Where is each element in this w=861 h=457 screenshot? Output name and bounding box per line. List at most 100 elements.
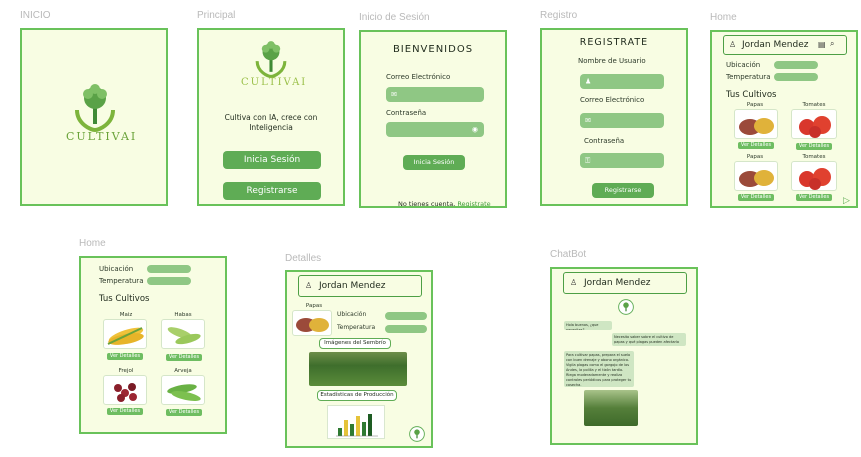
images-button[interactable]: Imágenes del Sembrío bbox=[319, 338, 391, 349]
user-header: ♙ Jordan Mendez ▤ ⌕ bbox=[723, 35, 847, 55]
username-field[interactable]: ♟ bbox=[580, 74, 664, 89]
frame-registro: REGISTRATE Nombre de Usuario ♟ Correo El… bbox=[540, 28, 688, 206]
logo-text: CULTIVAI bbox=[241, 77, 308, 88]
frame-inicio: CULTIVAI bbox=[20, 28, 168, 206]
user-name: Jordan Mendez bbox=[319, 281, 386, 291]
temperature-label: Temperatura bbox=[726, 73, 771, 81]
cultivai-logo-icon bbox=[75, 84, 115, 132]
chat-icon[interactable]: ▤ bbox=[818, 40, 826, 49]
no-account-text: No tienes cuenta, Registrate bbox=[398, 200, 491, 208]
search-icon[interactable]: ⌕ bbox=[830, 39, 834, 49]
email-field[interactable]: ✉ bbox=[580, 113, 664, 128]
logo-text: CULTIVAI bbox=[66, 130, 138, 143]
frame-detalles: ♙ Jordan Mendez Papas Ubicación Temperat… bbox=[285, 270, 433, 448]
register-link[interactable]: Registrate bbox=[457, 200, 490, 206]
frame-principal: CULTIVAI Cultiva con IA, crece con Intel… bbox=[197, 28, 345, 206]
temperature-label: Temperatura bbox=[337, 324, 376, 331]
location-label: Ubicación bbox=[99, 265, 134, 273]
potato-image bbox=[739, 170, 774, 187]
username-label: Nombre de Usuario bbox=[578, 57, 646, 65]
send-icon[interactable]: ▷ bbox=[843, 196, 850, 206]
user-icon: ♟ bbox=[585, 77, 592, 85]
crop-name: Papas bbox=[305, 303, 323, 309]
view-details-button[interactable]: Ver Detalles bbox=[738, 142, 774, 149]
stats-button[interactable]: Estadísticas de Producción bbox=[317, 390, 397, 401]
user-icon: ♙ bbox=[729, 40, 737, 49]
register-button[interactable]: Registrarse bbox=[223, 182, 321, 200]
user-header: ♙ Jordan Mendez bbox=[298, 275, 422, 297]
crop-name: Maiz bbox=[119, 312, 133, 318]
crop-card-red-beans[interactable] bbox=[103, 375, 147, 405]
view-details-button[interactable]: Ver Detalles bbox=[738, 194, 774, 201]
page-title: REGISTRATE bbox=[579, 37, 649, 48]
broad-bean-image bbox=[167, 327, 201, 345]
frame-home-2: Ubicación Temperatura Tus Cultivos Maiz … bbox=[79, 256, 227, 434]
potato-image bbox=[739, 118, 774, 135]
cultivai-logo-icon bbox=[618, 299, 634, 315]
view-details-button[interactable]: Ver Detalles bbox=[107, 408, 143, 415]
user-name: Jordan Mendez bbox=[584, 278, 651, 288]
frame-chatbot: ♙ Jordan Mendez Hola buenos, ¿que necesi… bbox=[550, 267, 698, 445]
page-title: BIENVENIDOS bbox=[392, 44, 474, 55]
email-field[interactable]: ✉ bbox=[386, 87, 484, 102]
frame-label-home: Home bbox=[710, 12, 737, 23]
password-label: Contraseña bbox=[584, 137, 625, 145]
crop-card-beans[interactable] bbox=[161, 319, 205, 349]
user-name: Jordan Mendez bbox=[742, 40, 809, 50]
cultivai-logo-icon bbox=[255, 41, 287, 78]
crop-image-potato bbox=[292, 310, 332, 336]
location-value bbox=[385, 312, 427, 320]
login-submit-button[interactable]: Inicia Sesión bbox=[403, 155, 465, 170]
chat-message-bot: Hola buenos, ¿que necesitas? bbox=[564, 321, 612, 330]
crop-name: Frejol bbox=[118, 368, 134, 374]
user-icon: ♙ bbox=[570, 278, 578, 287]
view-details-button[interactable]: Ver Detalles bbox=[166, 354, 202, 361]
crop-card-corn[interactable] bbox=[103, 319, 147, 349]
crop-card-peas[interactable] bbox=[161, 375, 205, 405]
crop-card-potato[interactable] bbox=[734, 109, 778, 139]
view-details-button[interactable]: Ver Detalles bbox=[796, 194, 832, 201]
view-details-button[interactable]: Ver Detalles bbox=[166, 409, 202, 416]
eye-icon[interactable]: ◉ bbox=[472, 126, 478, 133]
frame-home: ♙ Jordan Mendez ▤ ⌕ Ubicación Temperatur… bbox=[710, 30, 858, 208]
view-details-button[interactable]: Ver Detalles bbox=[107, 353, 143, 360]
crop-card-tomato[interactable] bbox=[791, 161, 837, 191]
corn-image bbox=[107, 327, 144, 345]
crop-name: Arveja bbox=[174, 368, 192, 374]
login-button[interactable]: Inicia Sesión bbox=[223, 151, 321, 169]
view-details-button[interactable]: Ver Detalles bbox=[796, 143, 832, 150]
password-field[interactable]: ⚿ bbox=[580, 153, 664, 168]
mail-icon: ✉ bbox=[391, 90, 397, 98]
crop-name: Papas bbox=[746, 154, 764, 160]
frame-login: BIENVENIDOS Correo Electrónico ✉ Contras… bbox=[359, 30, 507, 208]
tomato-image bbox=[799, 168, 831, 190]
cultivai-logo-icon[interactable] bbox=[409, 426, 425, 442]
email-label: Correo Electrónico bbox=[386, 73, 451, 81]
frame-label-detalles: Detalles bbox=[285, 253, 322, 264]
tagline: Cultiva con IA, crece con Inteligencia bbox=[224, 113, 318, 132]
crop-name: Tomates bbox=[802, 102, 826, 108]
password-field[interactable]: ◉ bbox=[386, 122, 484, 137]
frame-label-inicio: INICIO bbox=[20, 10, 51, 21]
tomato-image bbox=[799, 116, 831, 138]
user-header: ♙ Jordan Mendez bbox=[563, 272, 687, 294]
register-submit-button[interactable]: Registrarse bbox=[592, 183, 654, 198]
mail-icon: ✉ bbox=[585, 116, 591, 124]
peas-image bbox=[167, 384, 201, 402]
temperature-value bbox=[385, 325, 427, 333]
user-icon: ♙ bbox=[305, 281, 313, 290]
crops-title: Tus Cultivos bbox=[726, 90, 777, 100]
crop-name: Papas bbox=[746, 102, 764, 108]
crop-card-potato[interactable] bbox=[734, 161, 778, 191]
temperature-value bbox=[774, 73, 818, 81]
potato-image bbox=[296, 318, 329, 332]
frame-label-home: Home bbox=[79, 238, 106, 249]
email-label: Correo Electrónico bbox=[580, 96, 645, 104]
temperature-label: Temperatura bbox=[99, 277, 144, 285]
chat-message-bot-long: Para cultivar papas, prepara el suelo co… bbox=[564, 351, 634, 387]
crops-title: Tus Cultivos bbox=[99, 294, 150, 304]
crop-card-tomato[interactable] bbox=[791, 109, 837, 139]
crop-name: Habas bbox=[174, 312, 192, 318]
frame-label-chatbot: ChatBot bbox=[550, 249, 587, 260]
no-account-label: No tienes cuenta, bbox=[398, 200, 456, 208]
